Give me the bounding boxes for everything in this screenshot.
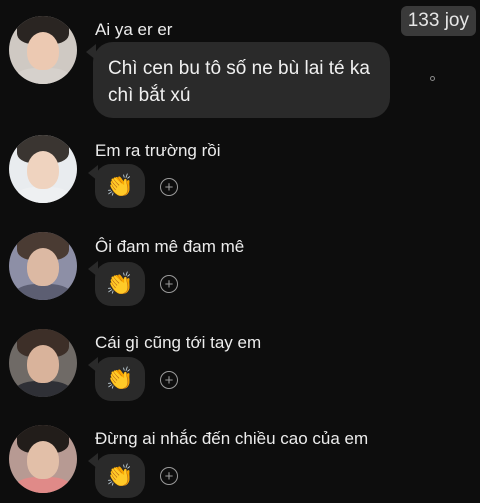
- reaction-bubble[interactable]: 👏: [95, 357, 145, 401]
- sender-name: Em ra trường rồi: [95, 141, 221, 160]
- add-reaction-icon[interactable]: +: [160, 178, 178, 196]
- message-row: Ai ya er er Chì cen bu tô số ne bù lai t…: [0, 0, 480, 125]
- avatar[interactable]: [9, 425, 77, 493]
- clapping-hands-icon: 👏: [106, 463, 134, 488]
- avatar[interactable]: [9, 16, 77, 84]
- message-row: Em ra trường rồi 👏 +: [0, 125, 480, 225]
- message-row: Ôi đam mê đam mê 👏 +: [0, 225, 480, 325]
- avatar[interactable]: [9, 329, 77, 397]
- sender-name: Ôi đam mê đam mê: [95, 237, 245, 256]
- avatar[interactable]: [9, 135, 77, 203]
- add-reaction-icon[interactable]: +: [160, 371, 178, 389]
- add-reaction-icon[interactable]: +: [160, 467, 178, 485]
- sender-name: Ai ya er er: [95, 20, 173, 39]
- message-bubble[interactable]: Chì cen bu tô số ne bù lai té ka chì bắt…: [93, 42, 390, 118]
- avatar[interactable]: [9, 232, 77, 300]
- clapping-hands-icon: 👏: [106, 366, 134, 391]
- reaction-bubble[interactable]: 👏: [95, 164, 145, 208]
- message-row: Cái gì cũng tới tay em 👏 +: [0, 325, 480, 425]
- reaction-bubble[interactable]: 👏: [95, 262, 145, 306]
- message-row: Đừng ai nhắc đến chiều cao của em 👏 +: [0, 425, 480, 503]
- clapping-hands-icon: 👏: [106, 271, 134, 296]
- sender-name: Cái gì cũng tới tay em: [95, 333, 262, 352]
- reaction-bubble[interactable]: 👏: [95, 454, 145, 498]
- sender-name: Đừng ai nhắc đến chiều cao của em: [95, 429, 369, 448]
- read-indicator: [430, 76, 435, 81]
- clapping-hands-icon: 👏: [106, 173, 134, 198]
- add-reaction-icon[interactable]: +: [160, 275, 178, 293]
- message-text: Chì cen bu tô số ne bù lai té ka chì bắt…: [108, 58, 370, 106]
